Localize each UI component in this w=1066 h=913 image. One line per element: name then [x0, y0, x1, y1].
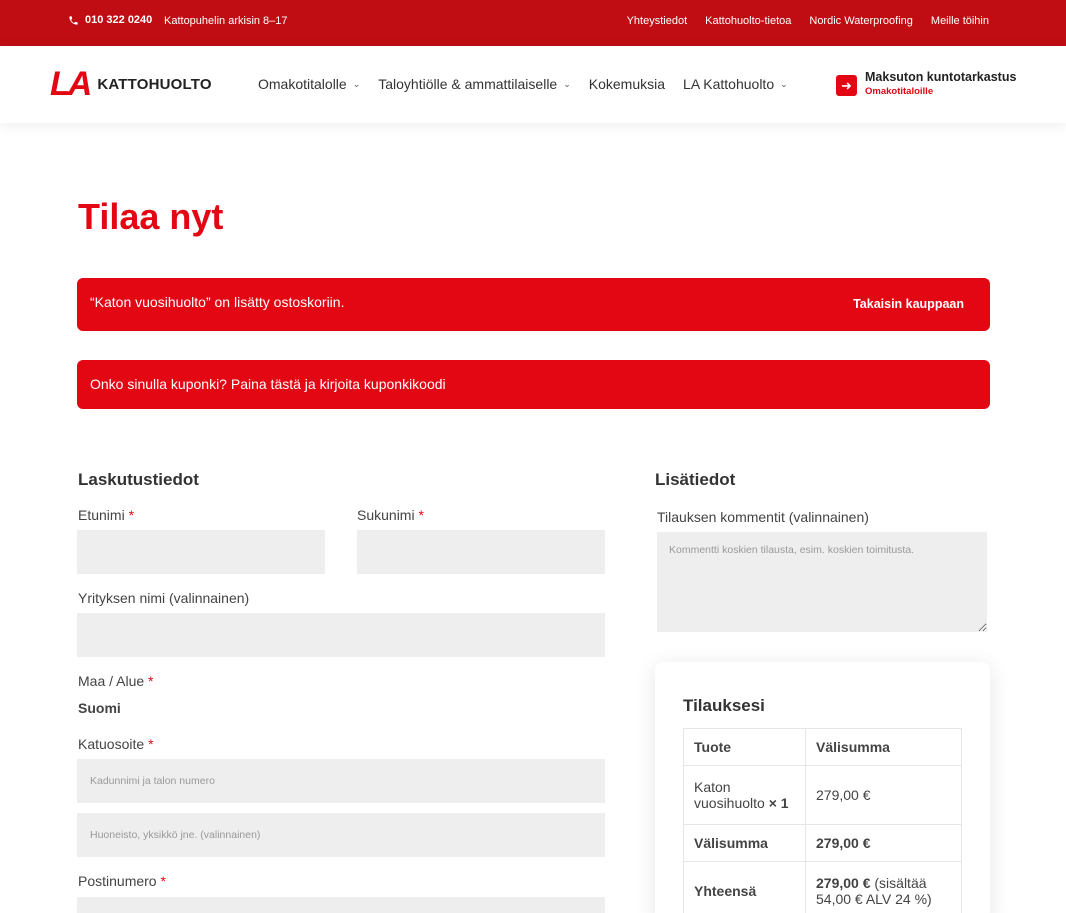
subtotal-row: Välisumma 279,00 € — [683, 824, 962, 862]
company-field[interactable] — [77, 613, 605, 657]
street-address-2-field[interactable] — [77, 813, 605, 857]
nav-item-taloyhtiolle[interactable]: Taloyhtiölle & ammattilaiselle ⌄ — [378, 76, 571, 92]
back-to-shop-button[interactable]: Takaisin kauppaan — [853, 297, 964, 311]
total-cell: 279,00 € (sisältää 54,00 € ALV 24 %) — [805, 861, 962, 913]
col-product-header: Tuote — [683, 728, 806, 766]
toplink-careers[interactable]: Meille töihin — [931, 15, 989, 27]
nav-label: Taloyhtiölle & ammattilaiselle — [378, 76, 558, 92]
coupon-toggle-link[interactable]: Onko sinulla kuponki? Paina tästä ja kir… — [90, 376, 446, 392]
total-value: 279,00 € — [816, 875, 871, 891]
nav-item-omakotitalolle[interactable]: Omakotitalolle ⌄ — [258, 76, 360, 92]
cta-title: Maksuton kuntotarkastus — [865, 70, 1017, 84]
country-label: Maa / Alue * — [78, 673, 154, 689]
chevron-down-icon: ⌄ — [780, 78, 788, 89]
order-table: Tuote Välisumma Katon vuosihuolto × 1 27… — [683, 728, 962, 913]
order-comment-field[interactable] — [657, 532, 987, 632]
free-inspection-cta[interactable]: ➜ Maksuton kuntotarkastus Omakotitaloill… — [836, 70, 1016, 97]
required-mark: * — [160, 873, 166, 889]
first-name-field[interactable] — [77, 530, 325, 574]
order-comment-label: Tilauksen kommentit (valinnainen) — [657, 509, 869, 525]
last-name-label-text: Sukunimi — [357, 507, 415, 523]
product-cell: Katon vuosihuolto × 1 — [683, 765, 806, 825]
nav-label: LA Kattohuolto — [683, 76, 775, 92]
phone-link[interactable]: 010 322 0240 — [68, 14, 152, 26]
last-name-label: Sukunimi * — [357, 507, 424, 523]
coupon-notice: Onko sinulla kuponki? Paina tästä ja kir… — [77, 360, 990, 409]
phone-number[interactable]: 010 322 0240 — [85, 14, 152, 26]
required-mark: * — [128, 507, 135, 523]
chevron-down-icon: ⌄ — [352, 78, 361, 89]
product-quantity: × 1 — [768, 795, 789, 811]
added-to-cart-notice: “Katon vuosihuolto” on lisätty ostoskori… — [77, 278, 990, 331]
main-nav: Omakotitalolle ⌄ Taloyhtiölle & ammattil… — [258, 76, 806, 92]
page-title: Tilaa nyt — [78, 196, 224, 237]
logo-mark: LA — [50, 65, 92, 103]
order-summary: Tilauksesi Tuote Välisumma Katon vuosihu… — [655, 662, 990, 913]
nav-item-kokemuksia[interactable]: Kokemuksia — [589, 76, 665, 92]
required-mark: * — [418, 507, 424, 523]
phone-icon — [69, 15, 78, 25]
total-row: Yhteensä 279,00 € (sisältää 54,00 € ALV … — [683, 861, 962, 913]
product-name-line-2: vuosihuolto — [694, 795, 765, 811]
last-name-field[interactable] — [357, 530, 605, 574]
subtotal-value: 279,00 € — [805, 824, 962, 862]
country-label-text: Maa / Alue — [78, 673, 145, 689]
company-label: Yrityksen nimi (valinnainen) — [78, 590, 250, 606]
top-bar: 010 322 0240 Kattopuhelin arkisin 8–17 Y… — [0, 0, 1066, 46]
site-logo[interactable]: LA KATTOHUOLTO — [50, 67, 212, 101]
first-name-label-text: Etunimi — [78, 507, 125, 523]
chevron-down-icon: ⌄ — [563, 78, 571, 89]
notice-message: “Katon vuosihuolto” on lisätty ostoskori… — [90, 294, 345, 310]
col-subtotal-header: Välisumma — [805, 728, 962, 766]
toplink-nordic[interactable]: Nordic Waterproofing — [809, 15, 913, 27]
phone-hours: Kattopuhelin arkisin 8–17 — [164, 15, 288, 27]
nav-label: Kokemuksia — [588, 76, 666, 92]
required-mark: * — [148, 736, 154, 752]
order-heading: Tilauksesi — [683, 696, 765, 715]
product-price: 279,00 € — [805, 765, 962, 825]
nav-item-la-kattohuolto[interactable]: LA Kattohuolto ⌄ — [683, 76, 788, 92]
first-name-label: Etunimi * — [78, 507, 134, 523]
subtotal-label: Välisumma — [683, 824, 806, 862]
postcode-field[interactable] — [77, 897, 605, 913]
toplink-info[interactable]: Kattohuolto-tietoa — [705, 15, 791, 27]
country-value: Suomi — [78, 700, 121, 716]
total-label: Yhteensä — [683, 861, 806, 913]
cta-subtitle: Omakotitaloille — [865, 86, 934, 97]
additional-info-heading: Lisätiedot — [655, 470, 736, 489]
product-name-line-1: Katon — [694, 779, 731, 795]
postcode-label-text: Postinumero — [78, 873, 157, 889]
street-label-text: Katuosoite — [78, 736, 145, 752]
logo-text: KATTOHUOLTO — [97, 75, 212, 93]
postcode-label: Postinumero * — [78, 873, 166, 889]
main-header: LA KATTOHUOLTO Omakotitalolle ⌄ Taloyhti… — [0, 46, 1066, 123]
top-links: Yhteystiedot Kattohuolto-tietoa Nordic W… — [627, 15, 989, 27]
billing-heading: Laskutustiedot — [78, 470, 199, 489]
total-tax-line-1: (sisältää — [874, 875, 927, 891]
street-address-field[interactable] — [77, 759, 605, 803]
required-mark: * — [148, 673, 154, 689]
arrow-right-icon: ➜ — [836, 75, 857, 96]
table-header-row: Tuote Välisumma — [683, 728, 962, 766]
toplink-contact[interactable]: Yhteystiedot — [627, 15, 688, 27]
street-label: Katuosoite * — [78, 736, 154, 752]
table-row: Katon vuosihuolto × 1 279,00 € — [683, 765, 962, 825]
nav-label: Omakotitalolle — [258, 76, 347, 92]
total-tax-line-2: 54,00 € ALV 24 %) — [816, 891, 932, 907]
